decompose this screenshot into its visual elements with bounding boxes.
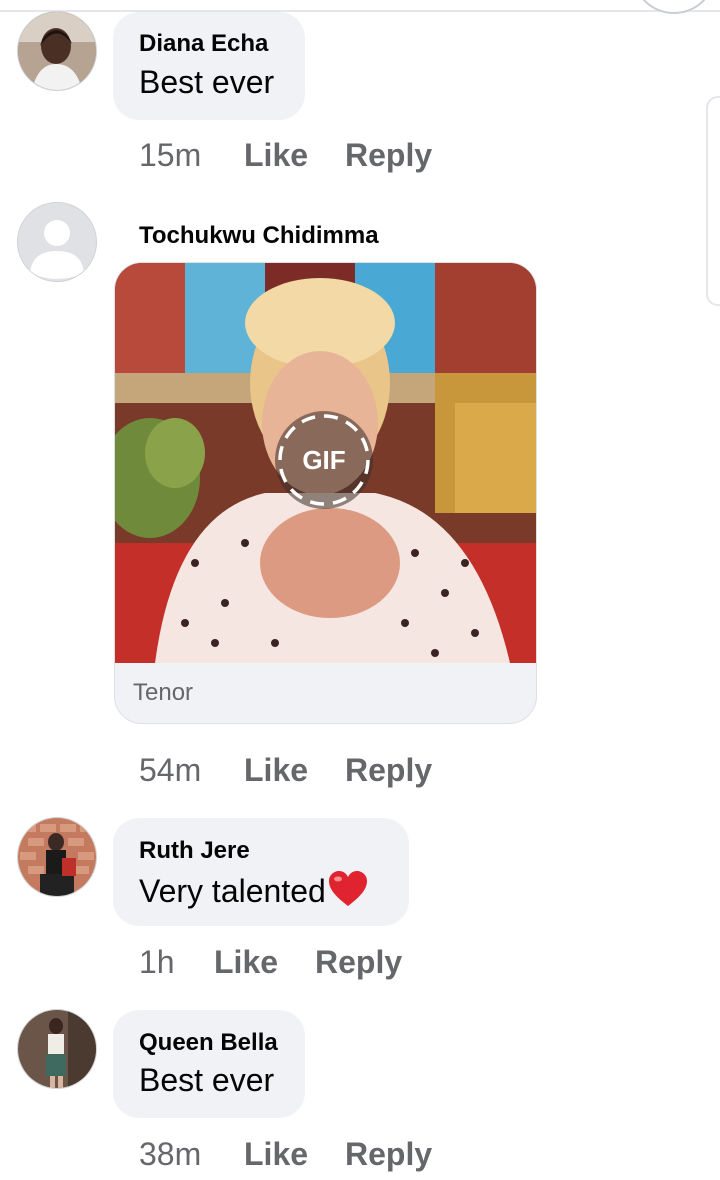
comment-time: 38m	[139, 1136, 202, 1172]
avatar-ruth-jere[interactable]	[17, 817, 97, 897]
comment-time: 15m	[139, 137, 202, 173]
comments-screen: Diana Echa Best ever 15m Like Reply Toch…	[0, 0, 720, 1180]
comment-author[interactable]: Queen Bella	[139, 1029, 278, 1057]
top-divider	[0, 10, 720, 12]
avatar-diana-echa[interactable]	[17, 11, 97, 91]
like-button[interactable]: Like	[214, 944, 278, 981]
comment-text: Best ever	[139, 64, 275, 100]
default-user-icon	[18, 203, 96, 281]
like-button[interactable]: Like	[244, 1136, 308, 1173]
reply-button[interactable]: Reply	[345, 752, 432, 789]
gif-attachment[interactable]: GIF Tenor	[114, 262, 537, 724]
avatar-queen-bella[interactable]	[17, 1009, 97, 1089]
comment-author[interactable]: Tochukwu Chidimma	[139, 222, 379, 250]
avatar-tochukwu-chidimma[interactable]	[17, 202, 97, 282]
reply-button[interactable]: Reply	[315, 944, 402, 981]
comment-time: 1h	[139, 944, 175, 980]
heart-emoji-icon	[328, 871, 367, 906]
side-panel-edge	[706, 96, 720, 306]
comment-text: Best ever	[139, 1062, 275, 1098]
comment-author[interactable]: Diana Echa	[139, 30, 268, 58]
gif-label: GIF	[302, 445, 346, 475]
reply-button[interactable]: Reply	[345, 1136, 432, 1173]
comment-author[interactable]: Ruth Jere	[139, 837, 250, 865]
like-button[interactable]: Like	[244, 752, 308, 789]
like-button[interactable]: Like	[244, 137, 308, 174]
comment-text-row: Very talented	[139, 870, 369, 910]
gif-source-label: Tenor	[133, 679, 194, 706]
gif-play-badge[interactable]: GIF	[275, 411, 373, 509]
comment-text: Very talented	[139, 873, 326, 909]
comment-time: 54m	[139, 752, 202, 788]
reply-button[interactable]: Reply	[345, 137, 432, 174]
